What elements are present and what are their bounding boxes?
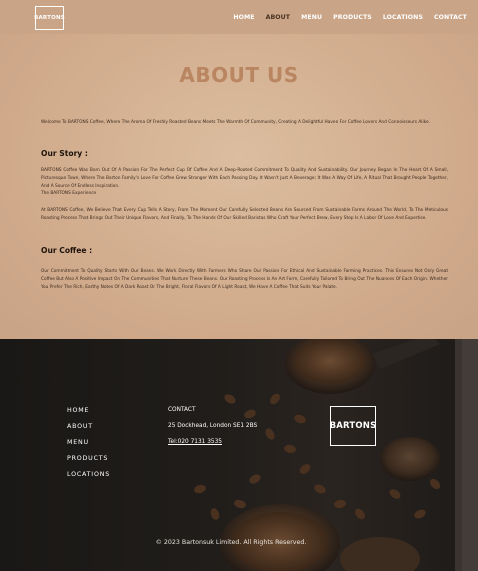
main-nav: HOME ABOUT MENU PRODUCTS LOCATIONS CONTA…	[233, 0, 467, 34]
contact-phone-link[interactable]: Tel:020 7131 3535	[168, 439, 257, 455]
about-section: ABOUT US Welcome To BARTONS Coffee, Wher…	[0, 34, 478, 339]
contact-heading: CONTACT	[168, 407, 196, 413]
footer-nav: HOME ABOUT MENU PRODUCTS LOCATIONS	[67, 407, 110, 487]
footer-link-home[interactable]: HOME	[67, 407, 110, 423]
coffee-heading: Our Coffee :	[41, 246, 93, 255]
nav-locations[interactable]: LOCATIONS	[383, 14, 423, 21]
intro-paragraph: Welcome To BARTONS Coffee, Where The Aro…	[41, 120, 431, 125]
copyright-text: © 2023 Bartonsuk Limited. All Rights Res…	[155, 539, 307, 546]
story-text: BARTONS Coffee Was Born Out Of A Passion…	[41, 168, 448, 189]
footer-link-products[interactable]: PRODUCTS	[67, 455, 110, 471]
story-paragraph-2: At BARTONS Coffee, We Believe That Every…	[41, 208, 448, 221]
site-logo[interactable]: BARTONS	[34, 6, 65, 30]
footer-link-menu[interactable]: MENU	[67, 439, 110, 455]
page-title: ABOUT US	[179, 63, 299, 87]
contact-address: 25 Dockhead, London SE1 2BS	[168, 423, 258, 429]
nav-about[interactable]: ABOUT	[266, 14, 291, 21]
site-footer: HOME ABOUT MENU PRODUCTS LOCATIONS CONTA…	[0, 339, 478, 571]
nav-products[interactable]: PRODUCTS	[333, 14, 372, 21]
story-heading: Our Story :	[41, 149, 88, 158]
coffee-paragraph: Our Commitment To Quality Starts With Ou…	[41, 269, 448, 290]
logo-text: BARTONS	[34, 15, 65, 21]
nav-home[interactable]: HOME	[233, 14, 254, 21]
story-paragraph-1: BARTONS Coffee Was Born Out Of A Passion…	[41, 167, 448, 198]
nav-contact[interactable]: CONTACT	[434, 14, 467, 21]
footer-logo-text: BARTONS	[329, 421, 377, 431]
footer-logo[interactable]: BARTONS	[330, 406, 376, 446]
story-experience-line: The BARTONS Experience	[41, 191, 97, 197]
nav-menu[interactable]: MENU	[301, 14, 322, 21]
site-header: BARTONS HOME ABOUT MENU PRODUCTS LOCATIO…	[0, 0, 478, 34]
footer-link-about[interactable]: ABOUT	[67, 423, 110, 439]
footer-link-locations[interactable]: LOCATIONS	[67, 471, 110, 487]
footer-contact: CONTACT 25 Dockhead, London SE1 2BS Tel:…	[168, 407, 257, 455]
